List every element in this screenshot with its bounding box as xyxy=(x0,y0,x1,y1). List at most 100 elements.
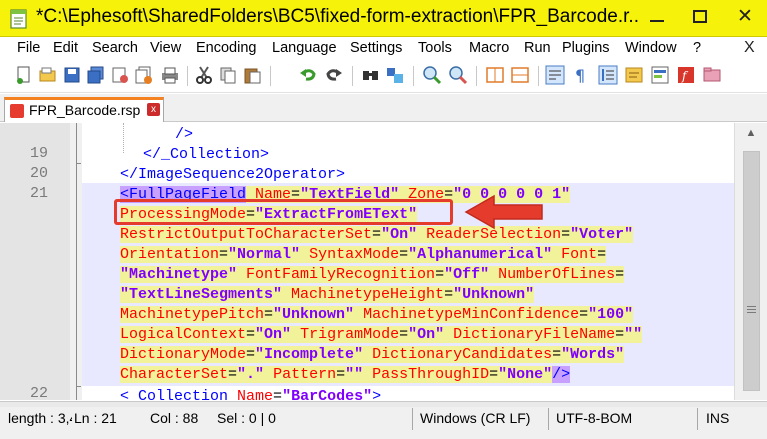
code-token: = xyxy=(399,246,409,263)
code-line[interactable]: Orientation="Normal" SyntaxMode="Alphanu… xyxy=(120,245,607,265)
copy-icon[interactable] xyxy=(218,65,238,85)
scroll-thumb[interactable] xyxy=(743,151,760,391)
unsaved-file-icon xyxy=(10,104,24,118)
scroll-grip xyxy=(747,312,756,313)
zoom-in-icon[interactable] xyxy=(422,65,442,85)
menu-help[interactable]: ? xyxy=(693,40,701,56)
code-token: "BarCodes" xyxy=(282,388,373,400)
undo-icon[interactable] xyxy=(298,65,318,85)
code-token: "Machinetype" xyxy=(120,266,238,283)
status-selection: Sel : 0 | 0 xyxy=(217,410,276,426)
code-token: "Normal" xyxy=(228,246,301,263)
open-file-icon[interactable] xyxy=(38,65,58,85)
code-token: NumberOfLines xyxy=(489,266,616,283)
zoom-out-icon[interactable] xyxy=(448,65,468,85)
menu-plugins[interactable]: Plugins xyxy=(562,40,610,56)
maximize-button[interactable] xyxy=(683,4,717,30)
code-token: MachinetypeHeight xyxy=(282,286,445,303)
print-icon[interactable] xyxy=(160,65,180,85)
code-token: </ImageSequence2Operator> xyxy=(120,166,346,183)
toolbar-separator xyxy=(476,66,477,86)
horizontal-scroll-area xyxy=(0,402,767,407)
status-length: length : 3,48 xyxy=(8,410,72,426)
code-token: Orientation xyxy=(120,246,220,263)
close-window-button[interactable]: ✕ xyxy=(728,4,762,30)
menu-encoding[interactable]: Encoding xyxy=(196,40,256,56)
status-bar: length : 3,48 Ln : 21 Col : 88 Sel : 0 |… xyxy=(0,401,767,439)
minimize-button[interactable] xyxy=(640,4,674,30)
menu-view[interactable]: View xyxy=(150,40,181,56)
save-all-icon[interactable] xyxy=(86,65,106,85)
close-icon[interactable] xyxy=(110,65,130,85)
code-line[interactable]: </ImageSequence2Operator> xyxy=(120,165,345,185)
menu-language[interactable]: Language xyxy=(272,40,337,56)
code-line[interactable]: /> xyxy=(175,125,193,145)
menu-window[interactable]: Window xyxy=(625,40,677,56)
annotation-arrow-icon xyxy=(464,194,543,230)
code-line[interactable]: "Machinetype" FontFamilyRecognition="Off… xyxy=(120,265,625,285)
code-line[interactable]: <_Collection Name="BarCodes"> xyxy=(120,387,381,400)
indent-guide-icon[interactable] xyxy=(598,65,618,85)
code-token: > xyxy=(372,388,382,400)
replace-icon[interactable] xyxy=(385,65,405,85)
menu-macro[interactable]: Macro xyxy=(469,40,509,56)
doc-map-icon[interactable] xyxy=(650,65,670,85)
vertical-scrollbar[interactable]: ▲ xyxy=(734,123,767,400)
status-eol[interactable]: Windows (CR LF) xyxy=(420,410,530,426)
sync-horizontal-icon[interactable] xyxy=(510,65,530,85)
code-token: "100" xyxy=(588,306,634,323)
word-wrap-icon[interactable] xyxy=(545,65,565,85)
redo-icon[interactable] xyxy=(324,65,344,85)
show-all-chars-icon[interactable]: ¶ xyxy=(570,65,590,85)
find-icon[interactable] xyxy=(361,65,381,85)
code-line[interactable]: MachinetypePitch="Unknown" MachinetypeMi… xyxy=(120,305,634,325)
fold-tick xyxy=(76,163,81,164)
code-line[interactable]: "TextLineSegments" MachinetypeHeight="Un… xyxy=(120,285,535,305)
code-line[interactable]: </_Collection> xyxy=(143,145,269,165)
code-line[interactable]: RestrictOutputToCharacterSet="On" Reader… xyxy=(120,225,634,245)
status-column: Col : 88 xyxy=(150,410,199,426)
code-token: = xyxy=(246,326,256,343)
code-token: = xyxy=(435,266,445,283)
menu-file[interactable]: File xyxy=(17,40,40,56)
code-line[interactable]: LogicalContext="On" TrigramMode="On" Dic… xyxy=(120,325,643,345)
user-language-icon[interactable] xyxy=(624,65,644,85)
function-list-icon[interactable]: f xyxy=(676,65,696,85)
code-token: SyntaxMode xyxy=(300,246,400,263)
tab-close-button[interactable]: x xyxy=(147,103,160,116)
new-file-icon[interactable] xyxy=(14,65,34,85)
save-icon[interactable] xyxy=(62,65,82,85)
fold-tick xyxy=(76,386,81,387)
tab-fpr-barcode[interactable]: FPR_Barcode.rsp x xyxy=(4,97,164,122)
code-token: FontFamilyRecognition xyxy=(237,266,436,283)
paste-icon[interactable] xyxy=(242,65,262,85)
code-token: DictionaryFileName xyxy=(444,326,616,343)
scroll-grip xyxy=(747,306,756,307)
menu-settings[interactable]: Settings xyxy=(350,40,402,56)
scroll-up-arrow-icon[interactable]: ▲ xyxy=(743,127,759,141)
code-editor[interactable]: 19 20 21 22 /> </_Collection> </ImageSeque… xyxy=(0,123,767,400)
code-token: = xyxy=(615,266,625,283)
menu-run[interactable]: Run xyxy=(524,40,551,56)
code-line[interactable]: DictionaryMode="Incomplete" DictionaryCa… xyxy=(120,345,625,365)
status-separator xyxy=(697,408,698,430)
cut-icon[interactable] xyxy=(194,65,214,85)
folder-workspace-icon[interactable] xyxy=(702,65,722,85)
close-document-button[interactable]: X xyxy=(744,39,755,57)
toolbar-separator xyxy=(270,66,271,86)
toolbar-separator xyxy=(187,66,188,86)
code-token: TrigramMode xyxy=(291,326,400,343)
status-mode[interactable]: INS xyxy=(706,410,729,426)
code-token: Font xyxy=(552,246,598,263)
code-line[interactable]: CharacterSet="." Pattern="" PassThroughI… xyxy=(120,365,571,385)
close-all-icon[interactable] xyxy=(134,65,154,85)
sync-vertical-icon[interactable] xyxy=(485,65,505,85)
status-separator xyxy=(412,408,413,430)
code-token: "On" xyxy=(381,226,418,243)
status-encoding[interactable]: UTF-8-BOM xyxy=(556,410,632,426)
indent-guide xyxy=(123,123,124,153)
menu-tools[interactable]: Tools xyxy=(418,40,452,56)
menu-search[interactable]: Search xyxy=(92,40,138,56)
tab-bar: FPR_Barcode.rsp x xyxy=(0,94,767,122)
menu-edit[interactable]: Edit xyxy=(53,40,78,56)
